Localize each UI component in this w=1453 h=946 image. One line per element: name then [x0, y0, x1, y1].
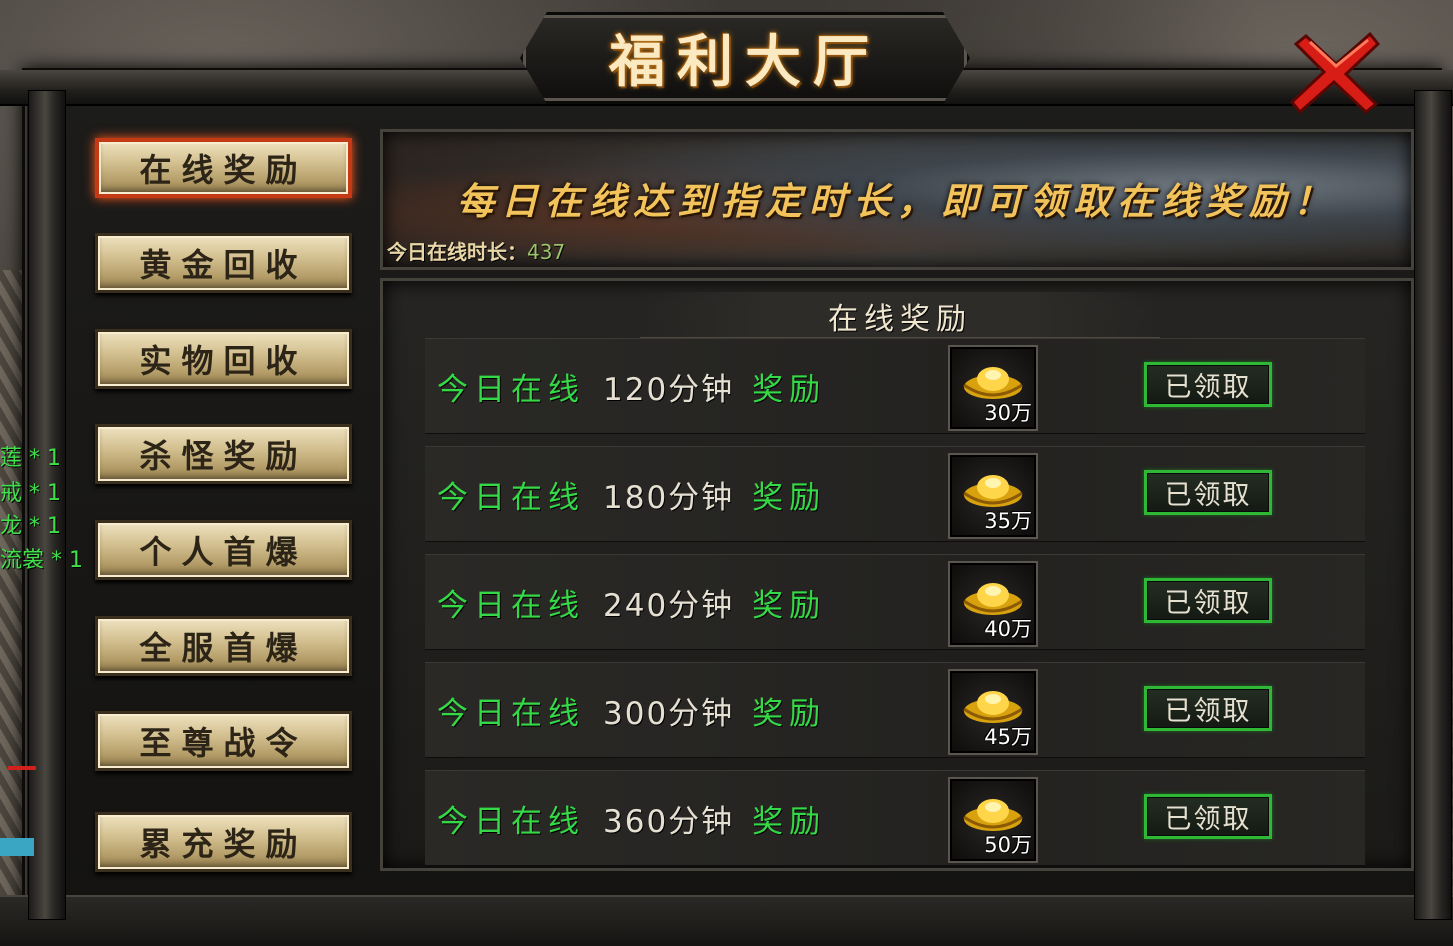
reward-item-slot[interactable]: 35万 — [948, 453, 1038, 539]
reward-row-label: 今日在线 360分钟 奖励 — [437, 798, 827, 840]
reward-row-label: 今日在线 240分钟 奖励 — [437, 582, 827, 624]
online-time-readout: 今日在线时长：437 — [387, 236, 565, 266]
reward-item-slot[interactable]: 45万 — [948, 669, 1038, 755]
nav-online-reward[interactable]: 在线奖励 — [95, 138, 352, 198]
reward-suffix: 奖励 — [752, 479, 827, 516]
reward-minutes: 180分钟 — [603, 479, 735, 516]
window-bottom-bar — [0, 895, 1453, 946]
window-title: 福利大厅 — [609, 28, 881, 95]
reward-prefix: 今日在线 — [437, 479, 585, 516]
reward-minutes: 360分钟 — [603, 803, 735, 840]
nav-cumulative-recharge[interactable]: 累充奖励 — [95, 812, 352, 872]
reward-row-label: 今日在线 120分钟 奖励 — [437, 366, 827, 408]
reward-minutes: 240分钟 — [603, 587, 735, 624]
nav-personal-first-drop[interactable]: 个人首爆 — [95, 520, 352, 580]
reward-item-slot[interactable]: 30万 — [948, 345, 1038, 431]
reward-amount: 30万 — [984, 401, 1032, 425]
reward-prefix: 今日在线 — [437, 695, 585, 732]
close-button[interactable] — [1288, 30, 1384, 114]
nav-supreme-battle-pass[interactable]: 至尊战令 — [95, 711, 352, 771]
chat-line: 戒 * 1 — [0, 481, 61, 506]
reward-row-label: 今日在线 180分钟 奖励 — [437, 474, 827, 516]
reward-row-label: 今日在线 300分钟 奖励 — [437, 690, 827, 732]
panel-title: 在线奖励 — [828, 302, 972, 337]
online-time-value: 437 — [527, 240, 566, 264]
reward-prefix: 今日在线 — [437, 371, 585, 408]
close-x-icon — [1289, 31, 1381, 114]
reward-amount: 35万 — [984, 509, 1032, 533]
reward-prefix: 今日在线 — [437, 587, 585, 624]
reward-suffix: 奖励 — [752, 695, 827, 732]
claimed-button[interactable]: 已领取 — [1144, 470, 1272, 515]
banner-slogan: 每日在线达到指定时长，即可领取在线奖励！ — [457, 179, 1337, 223]
hud-marker — [0, 838, 34, 856]
hud-health-marker — [8, 766, 36, 770]
chat-line: 莲 * 1 — [0, 446, 61, 471]
chat-line: 流裳 * 1 — [0, 548, 83, 573]
reward-minutes: 120分钟 — [603, 371, 735, 408]
nav-server-first-drop[interactable]: 全服首爆 — [95, 616, 352, 676]
nav-gold-recycle[interactable]: 黄金回收 — [95, 233, 352, 293]
reward-amount: 40万 — [984, 617, 1032, 641]
nav-monster-kill-reward[interactable]: 杀怪奖励 — [95, 424, 352, 484]
reward-suffix: 奖励 — [752, 803, 827, 840]
reward-suffix: 奖励 — [752, 587, 827, 624]
claimed-button[interactable]: 已领取 — [1144, 362, 1272, 407]
claimed-button[interactable]: 已领取 — [1144, 794, 1272, 839]
reward-suffix: 奖励 — [752, 371, 827, 408]
chat-line: 龙 * 1 — [0, 514, 61, 539]
claimed-button[interactable]: 已领取 — [1144, 578, 1272, 623]
online-time-label: 今日在线时长： — [387, 240, 527, 264]
claimed-button[interactable]: 已领取 — [1144, 686, 1272, 731]
reward-item-slot[interactable]: 50万 — [948, 777, 1038, 863]
reward-amount: 45万 — [984, 725, 1032, 749]
reward-amount: 50万 — [984, 833, 1032, 857]
nav-physical-recycle[interactable]: 实物回收 — [95, 329, 352, 389]
reward-item-slot[interactable]: 40万 — [948, 561, 1038, 647]
reward-minutes: 300分钟 — [603, 695, 735, 732]
right-pillar — [1414, 90, 1452, 920]
reward-prefix: 今日在线 — [437, 803, 585, 840]
